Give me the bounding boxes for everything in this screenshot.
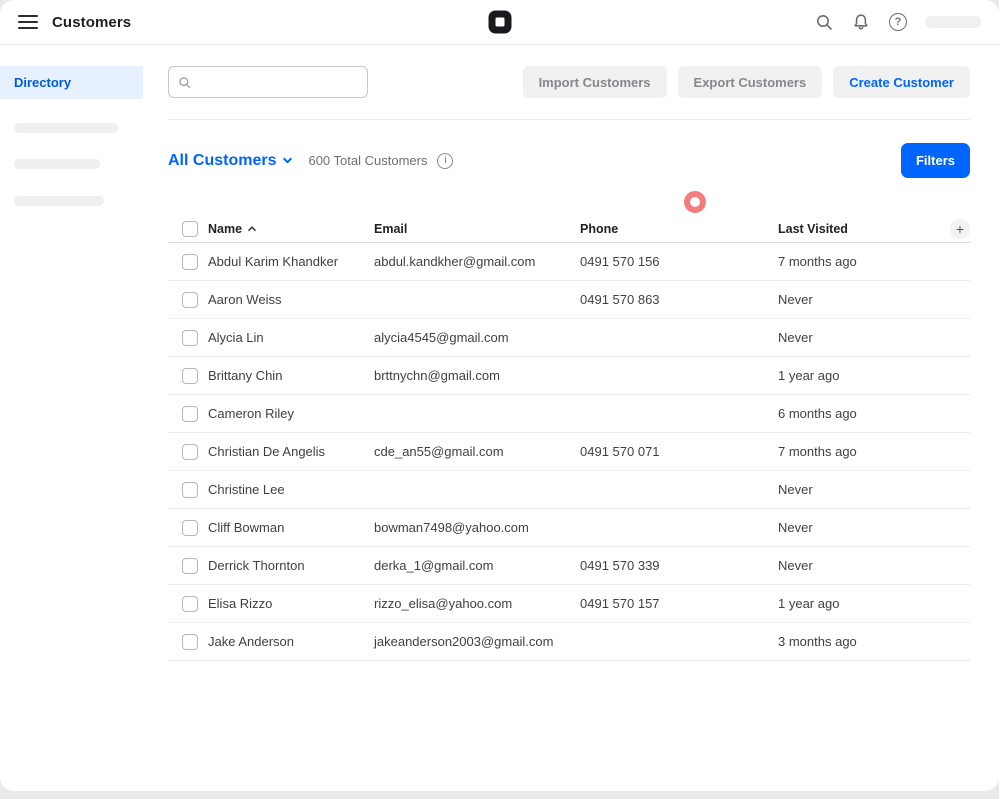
bell-icon[interactable]: [851, 12, 871, 32]
customer-search-box[interactable]: [168, 66, 368, 98]
row-checkbox[interactable]: [182, 292, 198, 308]
row-checkbox[interactable]: [182, 596, 198, 612]
sidebar-skeleton-item: [14, 196, 104, 206]
customer-email: abdul.kandkher@gmail.com: [374, 254, 580, 269]
export-customers-button[interactable]: Export Customers: [678, 66, 823, 98]
chevron-down-icon: [282, 155, 293, 166]
table-row[interactable]: Abdul Karim Khandker abdul.kandkher@gmai…: [168, 243, 970, 281]
table-row[interactable]: Elisa Rizzo rizzo_elisa@yahoo.com 0491 5…: [168, 585, 970, 623]
sidebar: Directory: [0, 45, 143, 791]
customer-last-visited: 7 months ago: [778, 254, 942, 269]
column-header-email[interactable]: Email: [374, 222, 580, 236]
info-icon[interactable]: i: [437, 153, 453, 169]
column-header-name[interactable]: Name: [208, 222, 374, 236]
square-logo-icon: [488, 11, 511, 34]
page-title: Customers: [52, 14, 131, 31]
table-row[interactable]: Derrick Thornton derka_1@gmail.com 0491 …: [168, 547, 970, 585]
customer-phone: 0491 570 339: [580, 558, 778, 573]
row-checkbox[interactable]: [182, 444, 198, 460]
main-content: Import Customers Export Customers Create…: [143, 45, 999, 791]
create-customer-button[interactable]: Create Customer: [833, 66, 970, 98]
customer-email: alycia4545@gmail.com: [374, 330, 580, 345]
summary-row: All Customers 600 Total Customers i Filt…: [168, 143, 970, 178]
customer-name: Christine Lee: [208, 482, 374, 497]
customer-phone: 0491 570 071: [580, 444, 778, 459]
customer-name: Cliff Bowman: [208, 520, 374, 535]
table-row[interactable]: Alycia Lin alycia4545@gmail.com Never: [168, 319, 970, 357]
table-row[interactable]: Cliff Bowman bowman7498@yahoo.com Never: [168, 509, 970, 547]
customer-last-visited: 1 year ago: [778, 368, 942, 383]
customer-name: Alycia Lin: [208, 330, 374, 345]
customer-last-visited: 6 months ago: [778, 406, 942, 421]
row-checkbox[interactable]: [182, 406, 198, 422]
toolbar-divider: [168, 119, 970, 120]
customer-name: Jake Anderson: [208, 634, 374, 649]
customer-last-visited: Never: [778, 520, 942, 535]
customer-last-visited: Never: [778, 482, 942, 497]
account-placeholder[interactable]: [925, 16, 981, 28]
row-checkbox[interactable]: [182, 520, 198, 536]
table-row[interactable]: Cameron Riley 6 months ago: [168, 395, 970, 433]
table-row[interactable]: Brittany Chin brttnychn@gmail.com 1 year…: [168, 357, 970, 395]
table-body: Abdul Karim Khandker abdul.kandkher@gmai…: [168, 243, 970, 661]
menu-icon[interactable]: [18, 14, 38, 30]
sidebar-item-directory[interactable]: Directory: [0, 66, 143, 99]
customer-email: derka_1@gmail.com: [374, 558, 580, 573]
customer-name: Aaron Weiss: [208, 292, 374, 307]
customer-last-visited: Never: [778, 330, 942, 345]
row-checkbox[interactable]: [182, 254, 198, 270]
customer-email: brttnychn@gmail.com: [374, 368, 580, 383]
customer-email: rizzo_elisa@yahoo.com: [374, 596, 580, 611]
customer-name: Elisa Rizzo: [208, 596, 374, 611]
help-icon[interactable]: ?: [888, 12, 908, 32]
customer-phone: 0491 570 157: [580, 596, 778, 611]
top-bar: Customers ?: [0, 0, 999, 45]
customer-last-visited: 7 months ago: [778, 444, 942, 459]
sidebar-skeleton-item: [14, 123, 118, 133]
row-checkbox[interactable]: [182, 368, 198, 384]
filters-button[interactable]: Filters: [901, 143, 970, 178]
segment-label: All Customers: [168, 152, 276, 170]
customer-last-visited: Never: [778, 558, 942, 573]
sidebar-skeleton-item: [14, 159, 100, 169]
table-row[interactable]: Jake Anderson jakeanderson2003@gmail.com…: [168, 623, 970, 661]
column-header-phone[interactable]: Phone: [580, 222, 778, 236]
total-customers-count: 600 Total Customers: [308, 153, 427, 168]
customer-last-visited: 1 year ago: [778, 596, 942, 611]
customer-email: cde_an55@gmail.com: [374, 444, 580, 459]
app-window: Customers ? Directo: [0, 0, 999, 791]
select-all-checkbox[interactable]: [182, 221, 198, 237]
row-checkbox[interactable]: [182, 482, 198, 498]
customer-phone: 0491 570 156: [580, 254, 778, 269]
toolbar: Import Customers Export Customers Create…: [168, 66, 970, 98]
column-header-last-visited[interactable]: Last Visited: [778, 222, 942, 236]
search-icon[interactable]: [814, 12, 834, 32]
customer-name: Derrick Thornton: [208, 558, 374, 573]
row-checkbox[interactable]: [182, 634, 198, 650]
row-checkbox[interactable]: [182, 330, 198, 346]
customer-email: bowman7498@yahoo.com: [374, 520, 580, 535]
table-row[interactable]: Christian De Angelis cde_an55@gmail.com …: [168, 433, 970, 471]
sort-ascending-icon: [247, 224, 257, 234]
customer-last-visited: 3 months ago: [778, 634, 942, 649]
customer-phone: 0491 570 863: [580, 292, 778, 307]
import-customers-button[interactable]: Import Customers: [523, 66, 667, 98]
customer-name: Brittany Chin: [208, 368, 374, 383]
customer-name: Christian De Angelis: [208, 444, 374, 459]
customer-segment-dropdown[interactable]: All Customers: [168, 152, 293, 170]
table-row[interactable]: Aaron Weiss 0491 570 863 Never: [168, 281, 970, 319]
add-column-button[interactable]: +: [950, 219, 970, 239]
customer-last-visited: Never: [778, 292, 942, 307]
customer-name: Abdul Karim Khandker: [208, 254, 374, 269]
customer-email: jakeanderson2003@gmail.com: [374, 634, 580, 649]
table-row[interactable]: Christine Lee Never: [168, 471, 970, 509]
customer-name: Cameron Riley: [208, 406, 374, 421]
customer-search-input[interactable]: [198, 75, 358, 90]
row-checkbox[interactable]: [182, 558, 198, 574]
search-icon: [178, 75, 191, 90]
table-header-row: Name Email Phone Last Visited +: [168, 215, 970, 243]
customers-table: Name Email Phone Last Visited + Abdul Ka…: [168, 215, 970, 661]
